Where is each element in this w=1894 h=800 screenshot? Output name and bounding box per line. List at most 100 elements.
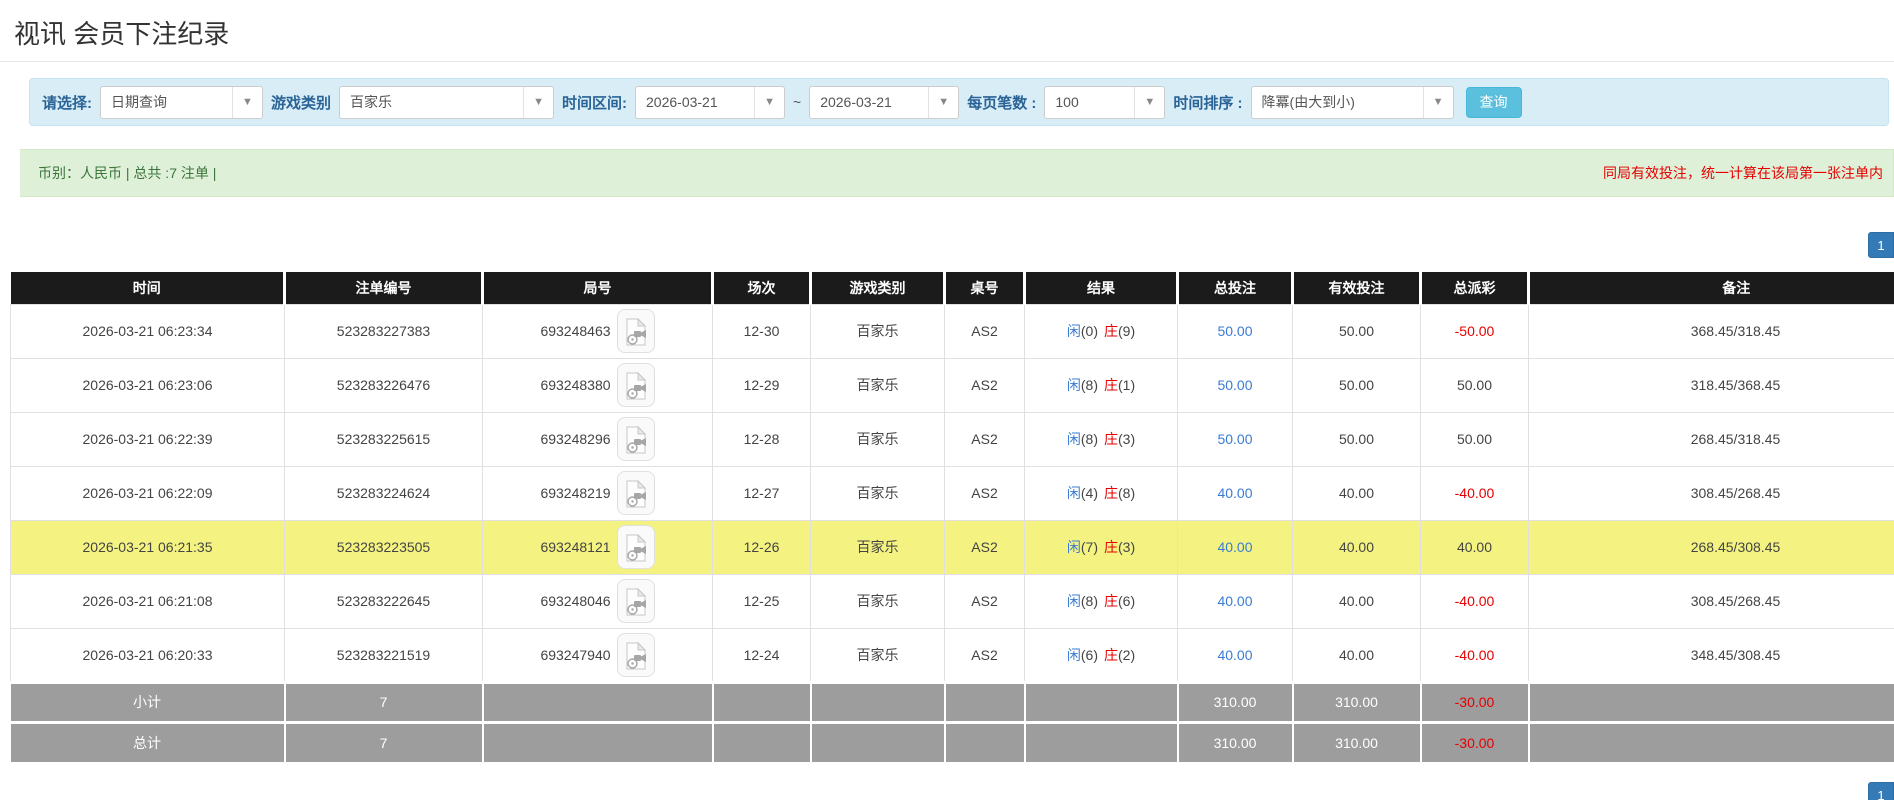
video-icon[interactable] (616, 309, 655, 353)
banker-score: (2) (1118, 646, 1136, 663)
player-result: 闲 (1066, 593, 1081, 609)
date-from-value: 2026-03-21 (646, 93, 718, 110)
table-row: 2026-03-21 06:20:33 523283221519 6932479… (10, 627, 1894, 683)
player-score: (8) (1080, 593, 1098, 609)
cell-valid-bet: 50.00 (1292, 411, 1421, 467)
page-size-select[interactable]: 100 ▼ (1044, 85, 1166, 119)
cell-game: 百家乐 (810, 465, 945, 521)
cell-result: 闲(8) 庄(3) (1024, 411, 1178, 467)
summary-empty (943, 720, 1025, 762)
cell-valid-bet: 40.00 (1292, 465, 1421, 521)
round-number: 693248380 (540, 377, 611, 393)
cell-payout: -50.00 (1420, 303, 1529, 359)
video-icon[interactable] (616, 579, 655, 623)
query-type-select[interactable]: 日期查询 ▼ (100, 85, 263, 119)
table-row: 2026-03-21 06:23:34 523283227383 6932484… (10, 303, 1894, 359)
cell-note: 318.45/368.45 (1528, 357, 1894, 413)
summary-empty (481, 720, 713, 762)
cell-session: 12-30 (712, 303, 811, 359)
video-icon[interactable] (616, 525, 655, 569)
summary-count: 7 (283, 680, 483, 722)
summary-row: 总计 7 310.00 310.00 -30.00 (10, 720, 1894, 762)
col-table: 桌号 (943, 272, 1025, 304)
video-icon[interactable] (616, 363, 655, 407)
cell-bet-no: 523283223505 (284, 519, 483, 575)
cell-game: 百家乐 (810, 519, 945, 575)
player-score: (4) (1080, 485, 1098, 501)
summary-empty (481, 680, 713, 722)
cell-table: AS2 (944, 627, 1025, 683)
chevron-down-icon: ▼ (1134, 86, 1165, 118)
page-1-button[interactable]: 1 (1868, 782, 1894, 800)
table-row: 2026-03-21 06:21:08 523283222645 6932480… (10, 573, 1894, 629)
cell-total-bet: 50.00 (1177, 411, 1293, 467)
player-result: 闲 (1066, 431, 1081, 447)
cell-time: 2026-03-21 06:23:34 (10, 303, 285, 359)
cell-session: 12-27 (712, 465, 811, 521)
search-button[interactable]: 查询 (1465, 86, 1522, 118)
banker-result: 庄 (1104, 431, 1118, 447)
cell-bet-no: 523283222645 (284, 573, 483, 629)
table-row: 2026-03-21 06:22:09 523283224624 6932482… (10, 465, 1894, 521)
cell-total-bet: 40.00 (1177, 627, 1293, 683)
cell-round: 693248219 (482, 465, 713, 521)
cell-time: 2026-03-21 06:22:39 (10, 411, 285, 467)
col-payout: 总派彩 (1419, 272, 1529, 304)
cell-session: 12-25 (712, 573, 811, 629)
cell-note: 268.45/318.45 (1528, 411, 1894, 467)
cell-round: 693248296 (482, 411, 713, 467)
summary-empty (711, 720, 811, 762)
time-sort-select[interactable]: 降冪(由大到小) ▼ (1250, 85, 1454, 119)
date-to-select[interactable]: 2026-03-21 ▼ (809, 85, 960, 119)
summary-total-bet: 310.00 (1176, 720, 1293, 762)
cell-bet-no: 523283221519 (284, 627, 483, 683)
video-icon[interactable] (616, 417, 655, 461)
col-valid-bet: 有效投注 (1291, 272, 1421, 304)
summary-empty (711, 680, 811, 722)
round-number: 693248463 (540, 323, 611, 339)
cell-valid-bet: 50.00 (1292, 357, 1421, 413)
pagination-bottom: 1 (0, 782, 1894, 800)
video-icon[interactable] (616, 471, 655, 515)
player-score: (7) (1080, 539, 1098, 555)
cell-total-bet: 40.00 (1177, 573, 1293, 629)
game-category-value: 百家乐 (350, 93, 393, 110)
cell-note: 308.45/268.45 (1528, 573, 1894, 629)
date-from-select[interactable]: 2026-03-21 ▼ (635, 85, 786, 119)
cell-game: 百家乐 (810, 303, 945, 359)
date-to-value: 2026-03-21 (820, 93, 892, 110)
game-category-label: 游戏类别 (271, 94, 332, 112)
page-size-value: 100 (1055, 93, 1079, 110)
cell-result: 闲(8) 庄(6) (1024, 573, 1178, 629)
video-icon[interactable] (616, 632, 655, 677)
cell-time: 2026-03-21 06:20:33 (10, 627, 285, 683)
round-number: 693247940 (540, 646, 611, 663)
summary-count: 7 (283, 720, 483, 762)
banker-score: (9) (1118, 323, 1136, 339)
player-score: (0) (1080, 323, 1098, 339)
chevron-down-icon: ▼ (928, 86, 959, 118)
cell-payout: -40.00 (1420, 573, 1529, 629)
cell-bet-no: 523283227383 (284, 303, 483, 359)
banker-score: (3) (1118, 431, 1136, 447)
summary-empty (943, 680, 1025, 722)
time-sort-label: 时间排序 : (1173, 94, 1243, 112)
cell-game: 百家乐 (810, 573, 945, 629)
table-body: 2026-03-21 06:23:34 523283227383 6932484… (10, 303, 1894, 762)
page-1-button[interactable]: 1 (1868, 232, 1894, 258)
round-number: 693248296 (540, 431, 611, 447)
query-type-value: 日期查询 (111, 93, 167, 110)
cell-payout: 40.00 (1420, 519, 1529, 575)
cell-valid-bet: 40.00 (1292, 519, 1421, 575)
summary-valid-bet: 310.00 (1291, 680, 1421, 722)
cell-round: 693248046 (482, 573, 713, 629)
game-category-select[interactable]: 百家乐 ▼ (339, 85, 555, 119)
cell-time: 2026-03-21 06:21:08 (10, 573, 285, 629)
banker-score: (6) (1118, 593, 1136, 609)
cell-total-bet: 40.00 (1177, 519, 1293, 575)
player-result: 闲 (1066, 485, 1081, 501)
cell-note: 368.45/318.45 (1528, 303, 1894, 359)
pagination-top: 1 (0, 232, 1894, 258)
banker-result: 庄 (1104, 323, 1118, 339)
cell-valid-bet: 40.00 (1292, 627, 1421, 683)
